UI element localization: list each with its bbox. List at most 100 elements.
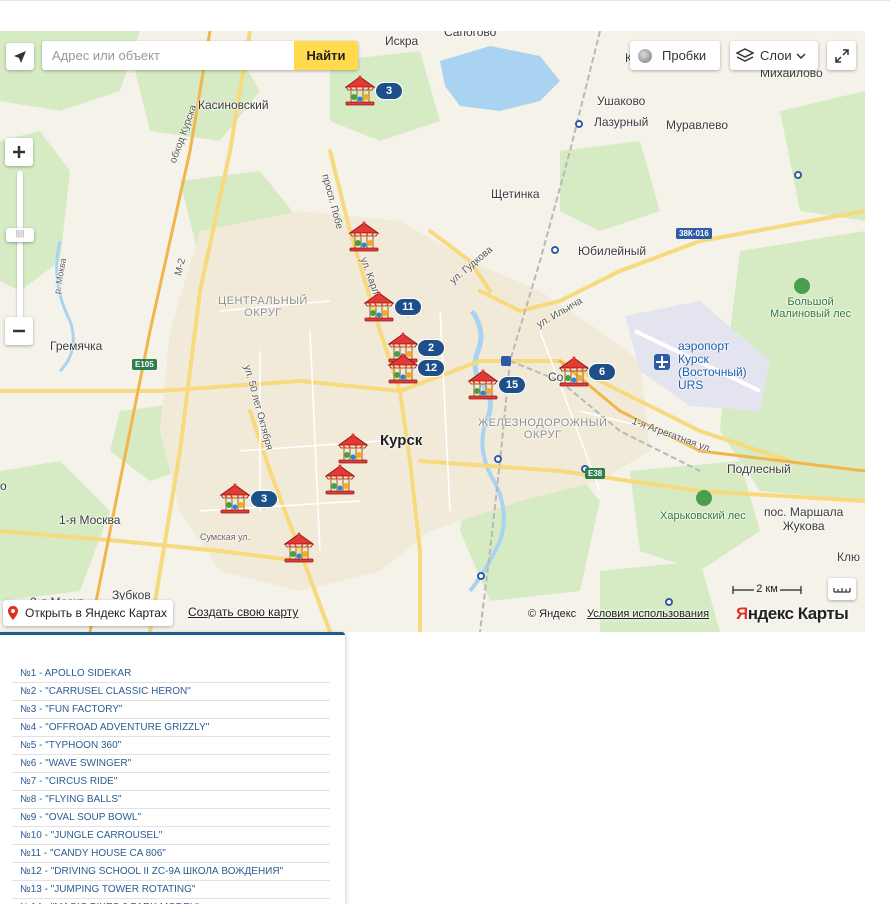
carousel-marker[interactable] xyxy=(557,356,591,390)
logo-text: ндекс Карты xyxy=(747,604,849,623)
list-item[interactable]: №14 - "MAGIC BIKES 6 PARK MODEL" xyxy=(12,899,330,904)
cluster-count-badge[interactable]: 3 xyxy=(251,491,277,507)
label-lazurny: Лазурный xyxy=(594,115,649,129)
page: Искра Сапогово К Михайлово Касиновский У… xyxy=(0,0,890,904)
open-in-yandex-label: Открыть в Яндекс Картах xyxy=(25,606,167,620)
carousel-marker[interactable] xyxy=(347,221,381,255)
list-item[interactable]: №5 - "TYPHOON 360" xyxy=(12,737,330,755)
carousel-icon xyxy=(219,483,251,514)
carousel-icon xyxy=(387,353,419,384)
list-item[interactable]: №4 - "OFFROAD ADVENTURE GRIZZLY" xyxy=(12,719,330,737)
attractions-list-panel: №1 - APOLLO SIDEKAR №2 - "CARRUSEL CLASSI… xyxy=(0,632,345,904)
carousel-marker[interactable] xyxy=(218,483,252,517)
label-yubileyny: Юбилейный xyxy=(578,244,647,258)
ruler-button[interactable] xyxy=(828,578,856,600)
zoom-slider-track[interactable] xyxy=(17,171,23,321)
label-airport: аэропорт Курск (Восточный) URS xyxy=(678,339,747,392)
carousel-marker[interactable] xyxy=(323,464,357,498)
layers-label: Слои xyxy=(760,48,792,63)
carousel-icon xyxy=(467,369,499,400)
label-moskva1: 1-я Москва xyxy=(59,513,121,527)
list-item[interactable]: №9 - "OVAL SOUP BOWL" xyxy=(12,809,330,827)
label-kursk: Курск xyxy=(380,432,423,449)
list-item[interactable]: №10 - "JUNGLE CARROUSEL" xyxy=(12,827,330,845)
label-sumskaya: Сумская ул. xyxy=(200,532,251,542)
list-item[interactable]: №6 - "WAVE SWINGER" xyxy=(12,755,330,773)
label-ushakovo: Ушаково xyxy=(597,94,646,108)
carousel-marker[interactable] xyxy=(386,353,420,387)
cluster-count-badge[interactable]: 3 xyxy=(376,83,402,99)
label-kharkovsky: Харьковский лес xyxy=(660,510,746,522)
search-bar: Найти xyxy=(42,41,358,70)
zoom-in-button[interactable] xyxy=(5,138,33,166)
layers-button[interactable]: Слои xyxy=(730,41,818,70)
list-item[interactable]: №2 - "CARRUSEL CLASSIC HERON" xyxy=(12,683,330,701)
traffic-button[interactable]: Пробки xyxy=(630,41,720,70)
carousel-marker[interactable] xyxy=(466,369,500,403)
geolocation-button[interactable] xyxy=(6,43,34,70)
carousel-icon xyxy=(363,291,395,322)
top-divider xyxy=(0,0,890,1)
list-item[interactable]: №12 - "DRIVING SCHOOL II ZC-9A ШКОЛА ВОЖ… xyxy=(12,863,330,881)
cluster-count-badge[interactable]: 12 xyxy=(418,360,444,376)
carousel-marker[interactable] xyxy=(343,75,377,109)
chevron-down-icon xyxy=(796,52,806,59)
airport-icon xyxy=(654,354,670,370)
traffic-icon xyxy=(638,48,652,63)
label-muravlevo: Муравлево xyxy=(666,118,729,132)
label-o: о xyxy=(0,479,7,493)
cluster-count-badge[interactable]: 11 xyxy=(395,299,421,315)
list-item[interactable]: №8 - "FLYING BALLS" xyxy=(12,791,330,809)
cluster-count-badge[interactable]: 6 xyxy=(589,364,615,380)
zoom-slider-handle[interactable]: |||| xyxy=(6,228,34,242)
list-item[interactable]: №7 - "CIRCUS RIDE" xyxy=(12,773,330,791)
search-input[interactable] xyxy=(42,41,294,70)
layers-icon xyxy=(736,47,754,62)
road-shield-e38: E38 xyxy=(585,468,606,479)
carousel-marker[interactable] xyxy=(362,291,396,325)
map-view[interactable]: Искра Сапогово К Михайлово Касиновский У… xyxy=(0,31,865,632)
label-central-district: ЦЕНТРАЛЬНЫЙ ОКРУГ xyxy=(218,295,308,319)
carousel-icon xyxy=(348,221,380,252)
scale-label: 2 км xyxy=(754,583,780,595)
carousel-marker[interactable] xyxy=(336,433,370,467)
carousel-icon xyxy=(324,464,356,495)
carousel-icon xyxy=(344,75,376,106)
list-item[interactable]: №13 - "JUMPING TOWER ROTATING" xyxy=(12,881,330,899)
label-klyu: Клю xyxy=(837,550,860,564)
carousel-icon xyxy=(558,356,590,387)
map-pin-icon xyxy=(8,606,18,620)
logo-letter: Я xyxy=(736,604,748,623)
terms-link[interactable]: Условия использования xyxy=(587,608,709,620)
label-sapogovo: Сапогово xyxy=(444,31,497,39)
scale-bar: 2 км xyxy=(732,583,802,595)
yandex-maps-logo[interactable]: Яндекс Карты xyxy=(736,604,849,624)
carousel-marker[interactable] xyxy=(282,532,316,566)
zoom-out-button[interactable] xyxy=(5,317,33,345)
carousel-icon xyxy=(283,532,315,563)
label-kasinovsky: Касиновский xyxy=(198,98,269,112)
copyright: © Яндекс xyxy=(528,608,577,620)
open-in-yandex-maps-button[interactable]: Открыть в Яндекс Картах xyxy=(3,600,173,626)
list-item[interactable]: №1 - APOLLO SIDEKAR xyxy=(12,665,330,683)
attractions-list: №1 - APOLLO SIDEKAR №2 - "CARRUSEL CLASSI… xyxy=(12,665,330,904)
fullscreen-button[interactable] xyxy=(827,41,856,70)
label-iskra: Искра xyxy=(385,34,419,48)
cluster-count-badge[interactable]: 2 xyxy=(418,340,444,356)
cluster-count-badge[interactable]: 15 xyxy=(499,377,525,393)
label-zhd-district: ЖЕЛЕЗНОДОРОЖНЫЙ ОКРУГ xyxy=(478,417,608,441)
label-pos-marshala: пос. Маршала Жукова xyxy=(764,505,844,533)
fullscreen-icon xyxy=(834,48,849,63)
minus-icon xyxy=(13,329,25,333)
road-shield-38k016: 38К-016 xyxy=(676,228,712,239)
map-base[interactable] xyxy=(0,31,865,632)
ruler-icon xyxy=(833,588,851,593)
label-shchetinka: Щетинка xyxy=(491,187,540,201)
road-shield-e105: E105 xyxy=(132,359,157,370)
list-item[interactable]: №3 - "FUN FACTORY" xyxy=(12,701,330,719)
search-button[interactable]: Найти xyxy=(294,41,358,70)
location-arrow-icon xyxy=(14,50,26,63)
list-item[interactable]: №11 - "CANDY HOUSE CA 806" xyxy=(12,845,330,863)
create-map-link[interactable]: Создать свою карту xyxy=(188,605,298,619)
plus-icon xyxy=(13,146,25,158)
